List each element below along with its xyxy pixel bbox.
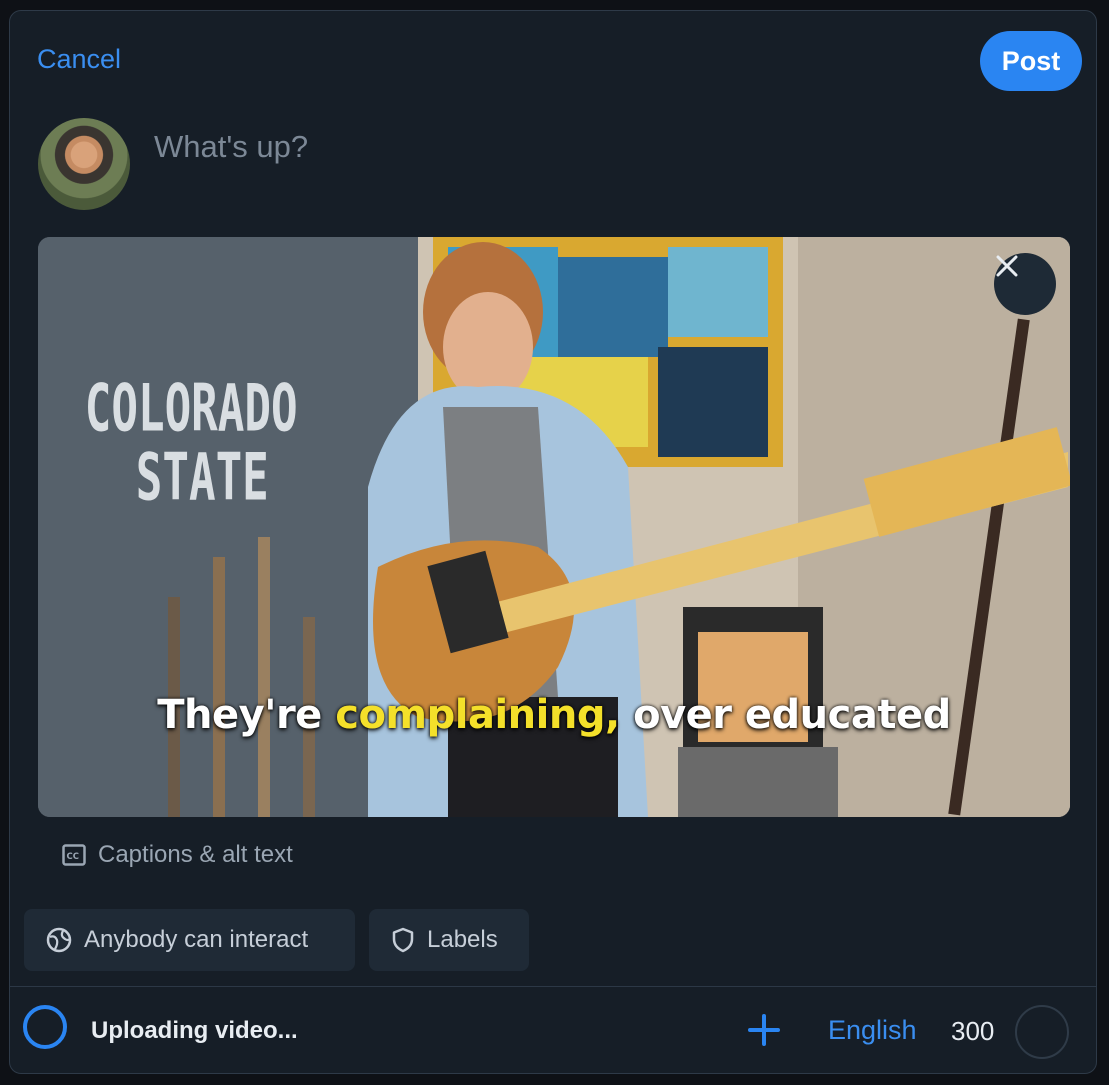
shirt-text-line2: STATE [136,440,269,516]
video-caption: They're complaining, over educated [38,692,1070,738]
footer-divider [10,986,1096,987]
post-button[interactable]: Post [980,31,1082,91]
remove-video-button[interactable] [994,253,1056,315]
interaction-label: Anybody can interact [84,926,309,953]
caption-before: They're [157,692,336,738]
char-count-ring [1015,1005,1069,1059]
labels-label: Labels [427,926,498,953]
char-count: 300 [951,1016,995,1046]
post-text-input[interactable]: What's up? [154,129,954,165]
interaction-settings-button[interactable]: Anybody can interact [24,909,355,971]
upload-progress-spinner [23,1005,67,1049]
language-selector[interactable]: English [828,1015,917,1046]
upload-status: Uploading video... [91,1017,298,1044]
captions-alt-text-button[interactable]: CC Captions & alt text [62,841,293,869]
svg-text:CC: CC [67,852,79,862]
caption-after: over educated [619,692,951,738]
caption-highlight: complaining, [335,692,620,738]
cancel-button[interactable]: Cancel [37,44,121,75]
labels-button[interactable]: Labels [369,909,529,971]
globe-icon [46,927,72,953]
compose-modal: Cancel Post What's up? COLORADO STATE Th… [9,10,1097,1074]
add-thread-button[interactable] [746,1012,782,1048]
cc-icon: CC [62,844,86,866]
video-preview: COLORADO STATE They're complaining, over… [38,237,1070,817]
plus-icon [748,1014,780,1046]
shield-icon [392,927,414,953]
close-icon [996,255,1018,277]
captions-alt-text-label: Captions & alt text [98,841,293,868]
shirt-text-line1: COLORADO [85,371,298,447]
avatar [38,118,130,210]
